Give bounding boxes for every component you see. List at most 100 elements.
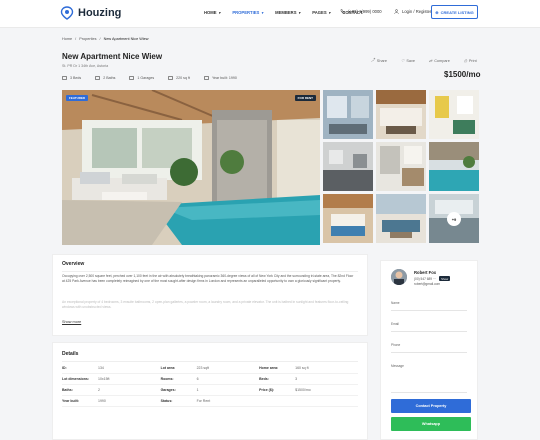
gallery-thumb[interactable] bbox=[323, 194, 373, 243]
divider bbox=[391, 392, 467, 393]
divider bbox=[62, 271, 358, 272]
nav-home[interactable]: HOME ▾ bbox=[204, 10, 220, 15]
email-field[interactable]: Email bbox=[391, 322, 399, 326]
details-section: Details ID: 134 Lot area: 223 sqft Home ar… bbox=[52, 342, 368, 440]
gallery-thumb[interactable] bbox=[429, 90, 479, 139]
bed-icon bbox=[62, 76, 67, 80]
contact-property-button[interactable]: Contact Property bbox=[391, 399, 471, 413]
compare-icon: ⇄ bbox=[429, 59, 433, 63]
status-badge: FOR RENT bbox=[294, 95, 316, 101]
thumb-kitchen-gray bbox=[323, 142, 373, 191]
breadcrumb-home[interactable]: Home bbox=[62, 37, 72, 41]
chevron-down-icon: ▾ bbox=[218, 10, 221, 15]
plus-icon: ⊕ bbox=[435, 9, 439, 15]
gallery-thumb[interactable] bbox=[376, 194, 426, 243]
create-listing-button[interactable]: ⊕ CREATE LISTING bbox=[431, 5, 478, 19]
whatsapp-button[interactable]: Whatsapp bbox=[391, 417, 471, 431]
compare-button[interactable]: ⇄ Compare bbox=[429, 58, 450, 64]
logo-pin-icon bbox=[60, 6, 74, 20]
property-address: St. PR Dr 1 34th Ave, Astoria bbox=[62, 64, 109, 68]
main-nav: HOME ▾ PROPERTIES ▾ MEMBERS ▾ PAGES ▾ CONTAC… bbox=[204, 10, 363, 15]
thumb-bedroom bbox=[323, 194, 373, 243]
show-more-link[interactable]: Show more bbox=[62, 320, 81, 324]
divider bbox=[62, 361, 358, 362]
photo-gallery: FEATURED FOR RENT +9 bbox=[62, 90, 479, 245]
details-row: Year built: 1990 Status: For Rent bbox=[62, 396, 358, 407]
gallery-thumb[interactable] bbox=[376, 90, 426, 139]
gallery-thumb-more[interactable]: +9 bbox=[429, 194, 479, 243]
property-price: $1500/mo bbox=[444, 70, 481, 79]
nav-pages[interactable]: PAGES ▾ bbox=[312, 10, 330, 15]
gallery-thumb[interactable] bbox=[429, 142, 479, 191]
thumb-living-room bbox=[323, 90, 373, 139]
details-row: ID: 134 Lot area: 223 sqft Home area: 160 s… bbox=[62, 363, 358, 374]
nav-members[interactable]: MEMBERS ▾ bbox=[275, 10, 300, 15]
agent-name: Robert Fox bbox=[414, 270, 437, 275]
thumb-room-yellow bbox=[429, 90, 479, 139]
share-icon: ⤴ bbox=[371, 58, 375, 62]
phone-icon bbox=[340, 9, 345, 14]
thumb-patio bbox=[376, 90, 426, 139]
details-row: Baths: 2 Garages: 1 Price ($): $1500/mo bbox=[62, 385, 358, 396]
overview-paragraph-faded: An exceptional property of 4 bedrooms, 3… bbox=[62, 300, 349, 309]
message-field[interactable]: Message bbox=[391, 364, 404, 368]
more-photos-button[interactable]: +9 bbox=[447, 212, 461, 226]
breadcrumb-separator: / bbox=[99, 37, 101, 41]
page-title: New Apartment Nice Wiew bbox=[62, 52, 163, 61]
site-header: Houzing HOME ▾ PROPERTIES ▾ MEMBERS ▾ PAGES… bbox=[0, 0, 540, 28]
calendar-icon bbox=[203, 76, 209, 80]
bath-icon bbox=[95, 76, 101, 80]
details-row: Lot dimensions: 10x15ft Rooms: 6 Beds: 3 bbox=[62, 374, 358, 385]
garage-icon bbox=[129, 76, 135, 80]
agent-photo bbox=[391, 269, 407, 285]
chevron-down-icon: ▾ bbox=[298, 10, 301, 15]
feature-beds: 3 Beds bbox=[62, 76, 81, 80]
avatar bbox=[391, 269, 407, 285]
main-photo[interactable]: FEATURED FOR RENT bbox=[62, 90, 320, 245]
agent-contact-card: Robert Fox (00) 547 689 ··· Show robert@… bbox=[380, 260, 478, 440]
feature-year: Year built: 1990 bbox=[203, 76, 237, 80]
gallery-thumb[interactable] bbox=[376, 142, 426, 191]
save-button[interactable]: ♡ Save bbox=[400, 58, 415, 64]
divider bbox=[391, 352, 467, 353]
thumb-lounge bbox=[376, 194, 426, 243]
feature-garages: 1 Garages bbox=[129, 76, 154, 80]
header-phone[interactable]: (+00) 1(999) 0000 bbox=[340, 9, 382, 14]
overview-section: Overview Occupying over 2,500 square fee… bbox=[52, 254, 368, 336]
overview-heading: Overview bbox=[62, 261, 85, 267]
divider bbox=[391, 331, 467, 332]
breadcrumb-current: New Apartment Nice Wiew bbox=[103, 37, 149, 41]
overview-paragraph: Occupying over 2,500 square feet, perche… bbox=[62, 274, 354, 283]
thumb-kitchen-light bbox=[376, 142, 426, 191]
thumb-pool bbox=[429, 142, 479, 191]
agent-phone: (00) 547 689 ··· Show bbox=[414, 276, 451, 282]
show-phone-button[interactable]: Show bbox=[439, 276, 451, 282]
featured-badge: FEATURED bbox=[66, 95, 89, 101]
ruler-icon bbox=[168, 76, 174, 80]
property-features: 3 Beds 2 Baths 1 Garages 220 sq ft Year … bbox=[62, 76, 237, 80]
user-icon bbox=[394, 9, 399, 14]
logo-text: Houzing bbox=[78, 7, 122, 19]
property-actions: ⤴ Share ♡ Save ⇄ Compare ⎙ Print bbox=[371, 58, 477, 63]
chevron-down-icon: ▾ bbox=[261, 10, 264, 15]
heart-icon: ♡ bbox=[400, 59, 405, 63]
feature-baths: 2 Baths bbox=[95, 76, 115, 80]
phone-field[interactable]: Phone bbox=[391, 343, 400, 347]
gallery-thumb[interactable] bbox=[323, 142, 373, 191]
agent-email: robert@gmail.com bbox=[414, 282, 441, 286]
gallery-thumb[interactable] bbox=[323, 90, 373, 139]
feature-area: 220 sq ft bbox=[168, 76, 190, 80]
breadcrumb-properties[interactable]: Properties bbox=[79, 37, 96, 41]
breadcrumb: Home / Properties / New Apartment Nice W… bbox=[62, 37, 149, 41]
divider bbox=[391, 310, 467, 311]
chevron-down-icon: ▾ bbox=[328, 10, 331, 15]
pool-living-room-image bbox=[62, 90, 320, 245]
print-button[interactable]: ⎙ Print bbox=[464, 58, 477, 63]
details-heading: Details bbox=[62, 351, 79, 357]
name-field[interactable]: Name bbox=[391, 301, 400, 305]
breadcrumb-separator: / bbox=[75, 37, 77, 41]
logo[interactable]: Houzing bbox=[60, 6, 121, 20]
nav-properties[interactable]: PROPERTIES ▾ bbox=[232, 10, 263, 15]
share-button[interactable]: ⤴ Share bbox=[371, 58, 387, 63]
login-register-link[interactable]: Login / Register bbox=[394, 9, 431, 14]
